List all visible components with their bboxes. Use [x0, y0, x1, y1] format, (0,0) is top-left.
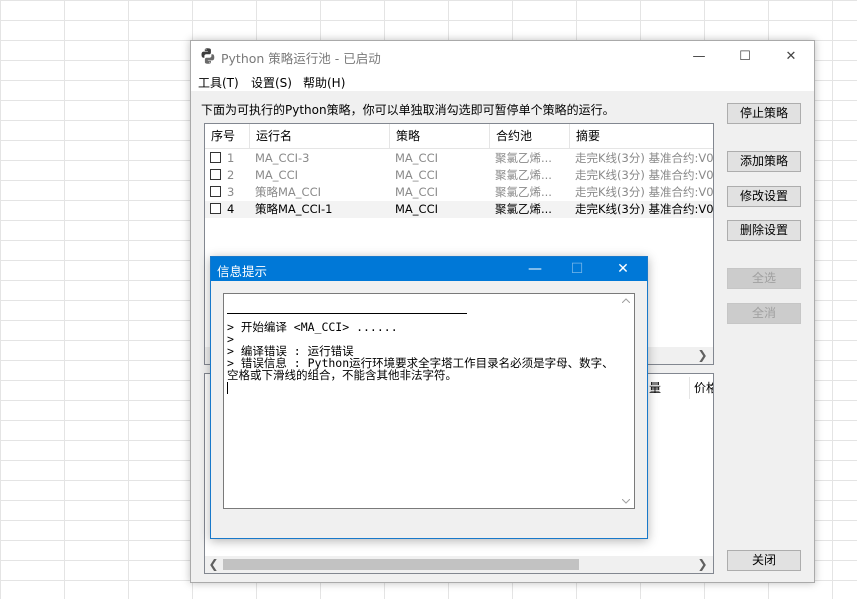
row-pool: 聚氯乙烯...: [495, 185, 552, 199]
table-row[interactable]: 1 MA_CCI-3 MA_CCI 聚氯乙烯... 走完K线(3分) 基准合约:…: [205, 150, 713, 167]
window-title: Python 策略运行池 - 已启动: [221, 51, 381, 66]
menu-bar: 工具(T) 设置(S) 帮助(H): [191, 71, 814, 91]
delete-settings-button[interactable]: 删除设置: [727, 220, 801, 241]
column-header-volume[interactable]: 量: [644, 377, 689, 399]
dialog-maximize-button: ☐: [570, 261, 584, 277]
log-line: > 开始编译 <MA_CCI> ......: [227, 320, 398, 334]
scroll-up-icon[interactable]: [622, 298, 630, 303]
row-index: 1: [227, 151, 235, 165]
scroll-right-icon[interactable]: ❯: [694, 347, 711, 364]
dialog-close-button[interactable]: ✕: [605, 257, 641, 281]
minimize-button[interactable]: —: [676, 41, 722, 71]
python-logo-icon: [201, 48, 215, 64]
row-strategy: MA_CCI: [395, 151, 438, 165]
close-window-button[interactable]: ✕: [768, 41, 814, 71]
row-index: 4: [227, 202, 235, 216]
strategy-table-header: 序号 运行名 策略 合约池 摘要: [205, 124, 713, 149]
detail-table-hscrollbar[interactable]: ❮ ❯: [205, 556, 713, 573]
close-button[interactable]: 关闭: [727, 550, 801, 571]
dialog-minimize-button[interactable]: —: [517, 257, 553, 281]
scroll-left-icon[interactable]: ❮: [205, 556, 222, 573]
row-checkbox[interactable]: [210, 203, 221, 214]
row-strategy: MA_CCI: [395, 185, 438, 199]
log-separator: [227, 313, 467, 314]
dialog-log-textarea[interactable]: > 开始编译 <MA_CCI> ...... > > 编译错误 : 运行错误 >…: [223, 293, 635, 509]
row-checkbox[interactable]: [210, 152, 221, 163]
scroll-down-icon[interactable]: [622, 499, 630, 504]
scroll-right-icon[interactable]: ❯: [694, 556, 711, 573]
maximize-button[interactable]: ☐: [722, 41, 768, 71]
row-strategy: MA_CCI: [395, 202, 438, 216]
scrollbar-thumb[interactable]: [223, 559, 579, 570]
instruction-text: 下面为可执行的Python策略，你可以单独取消勾选即可暂停单个策略的运行。: [201, 103, 615, 117]
column-header-run-name[interactable]: 运行名: [250, 124, 390, 148]
row-index: 3: [227, 185, 235, 199]
column-header-index[interactable]: 序号: [205, 124, 250, 148]
column-header-strategy[interactable]: 策略: [390, 124, 490, 148]
deselect-all-button[interactable]: 全消: [727, 303, 801, 324]
row-checkbox[interactable]: [210, 169, 221, 180]
row-pool: 聚氯乙烯...: [495, 202, 552, 216]
row-run-name: 策略MA_CCI-1: [255, 202, 333, 216]
stop-strategy-button[interactable]: 停止策略: [727, 103, 801, 124]
select-all-button[interactable]: 全选: [727, 268, 801, 289]
row-summary: 走完K线(3分) 基准合约:V0: [575, 151, 713, 165]
log-vscrollbar[interactable]: [618, 294, 634, 508]
column-header-summary[interactable]: 摘要: [570, 124, 713, 148]
table-row[interactable]: 3 策略MA_CCI MA_CCI 聚氯乙烯... 走完K线(3分) 基准合约:…: [205, 184, 713, 201]
menu-tools[interactable]: 工具(T): [198, 74, 239, 91]
row-pool: 聚氯乙烯...: [495, 151, 552, 165]
row-checkbox[interactable]: [210, 186, 221, 197]
dialog-titlebar[interactable]: 信息提示 — ☐ ✕: [211, 257, 647, 281]
row-run-name: MA_CCI-3: [255, 151, 310, 165]
menu-help[interactable]: 帮助(H): [303, 74, 345, 91]
row-run-name: 策略MA_CCI: [255, 185, 321, 199]
column-header-price[interactable]: 价格: [689, 377, 713, 399]
info-dialog: 信息提示 — ☐ ✕ > 开始编译 <MA_CCI> ...... > > 编译…: [210, 256, 648, 539]
row-pool: 聚氯乙烯...: [495, 168, 552, 182]
row-summary: 走完K线(3分) 基准合约:V0: [575, 202, 713, 216]
log-line: 空格或下滑线的组合，不能含其他非法字符。: [227, 368, 457, 382]
row-strategy: MA_CCI: [395, 168, 438, 182]
table-row[interactable]: 2 MA_CCI MA_CCI 聚氯乙烯... 走完K线(3分) 基准合约:V0: [205, 167, 713, 184]
row-run-name: MA_CCI: [255, 168, 298, 182]
add-strategy-button[interactable]: 添加策略: [727, 151, 801, 172]
row-index: 2: [227, 168, 235, 182]
edit-settings-button[interactable]: 修改设置: [727, 186, 801, 207]
menu-settings[interactable]: 设置(S): [251, 74, 292, 91]
text-caret: [227, 382, 228, 394]
dialog-title: 信息提示: [217, 264, 268, 279]
column-header-pool[interactable]: 合约池: [490, 124, 570, 148]
window-titlebar[interactable]: Python 策略运行池 - 已启动 — ☐ ✕: [191, 41, 814, 71]
row-summary: 走完K线(3分) 基准合约:V0: [575, 185, 713, 199]
table-row[interactable]: 4 策略MA_CCI-1 MA_CCI 聚氯乙烯... 走完K线(3分) 基准合…: [205, 201, 713, 218]
row-summary: 走完K线(3分) 基准合约:V0: [575, 168, 713, 182]
